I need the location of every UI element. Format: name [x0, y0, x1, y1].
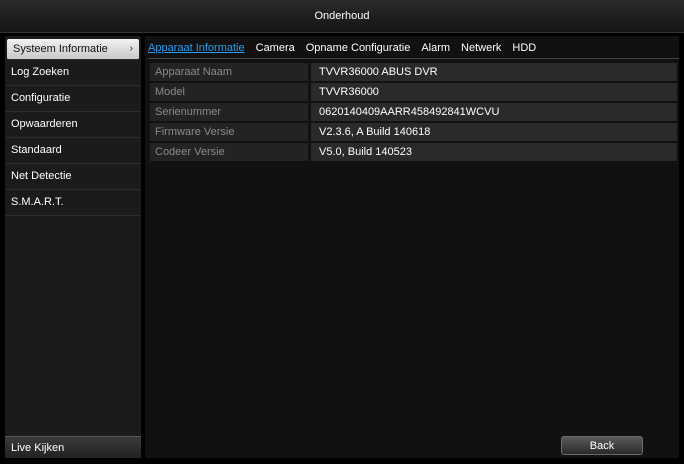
info-label: Serienummer	[150, 103, 308, 121]
tab-opname-configuratie[interactable]: Opname Configuratie	[306, 38, 411, 58]
sidebar-item-label: Standaard	[11, 144, 62, 156]
device-info-table: Apparaat Naam TVVR36000 ABUS DVR Model T…	[150, 63, 677, 163]
sidebar-item-systeem-informatie[interactable]: Systeem Informatie ›	[7, 39, 139, 60]
sidebar: Systeem Informatie › Log Zoeken Configur…	[5, 36, 141, 458]
tab-netwerk[interactable]: Netwerk	[461, 38, 501, 58]
info-row-serial: Serienummer 0620140409AARR458492841WCVU	[150, 103, 677, 121]
sidebar-item-standaard[interactable]: Standaard	[5, 138, 141, 164]
tab-alarm[interactable]: Alarm	[421, 38, 450, 58]
back-button[interactable]: Back	[561, 436, 643, 455]
info-value: TVVR36000	[311, 83, 677, 101]
info-label: Model	[150, 83, 308, 101]
info-value: V2.3.6, A Build 140618	[311, 123, 677, 141]
info-label: Firmware Versie	[150, 123, 308, 141]
tab-hdd[interactable]: HDD	[512, 38, 536, 58]
sidebar-item-label: Systeem Informatie	[13, 43, 108, 55]
main-panel: Apparaat Informatie Camera Opname Config…	[145, 36, 679, 458]
sidebar-item-net-detectie[interactable]: Net Detectie	[5, 164, 141, 190]
info-row-model: Model TVVR36000	[150, 83, 677, 101]
live-view-button[interactable]: Live Kijken	[5, 436, 141, 458]
sidebar-item-label: Net Detectie	[11, 170, 72, 182]
sidebar-item-configuratie[interactable]: Configuratie	[5, 86, 141, 112]
sidebar-item-label: Log Zoeken	[11, 66, 70, 78]
sidebar-item-label: S.M.A.R.T.	[11, 196, 64, 208]
info-value: V5.0, Build 140523	[311, 143, 677, 161]
tab-bar: Apparaat Informatie Camera Opname Config…	[148, 38, 679, 59]
info-row-device-name: Apparaat Naam TVVR36000 ABUS DVR	[150, 63, 677, 81]
info-label: Codeer Versie	[150, 143, 308, 161]
info-row-firmware: Firmware Versie V2.3.6, A Build 140618	[150, 123, 677, 141]
sidebar-item-label: Opwaarderen	[11, 118, 78, 130]
tab-apparaat-informatie[interactable]: Apparaat Informatie	[148, 38, 245, 58]
sidebar-item-log-zoeken[interactable]: Log Zoeken	[5, 60, 141, 86]
sidebar-item-label: Configuratie	[11, 92, 71, 104]
info-label: Apparaat Naam	[150, 63, 308, 81]
chevron-right-icon: ›	[129, 43, 133, 54]
sidebar-item-smart[interactable]: S.M.A.R.T.	[5, 190, 141, 216]
info-row-encoder: Codeer Versie V5.0, Build 140523	[150, 143, 677, 161]
window-title: Onderhoud	[0, 0, 684, 33]
info-value: 0620140409AARR458492841WCVU	[311, 103, 677, 121]
info-value: TVVR36000 ABUS DVR	[311, 63, 677, 81]
tab-camera[interactable]: Camera	[256, 38, 295, 58]
sidebar-item-opwaarderen[interactable]: Opwaarderen	[5, 112, 141, 138]
